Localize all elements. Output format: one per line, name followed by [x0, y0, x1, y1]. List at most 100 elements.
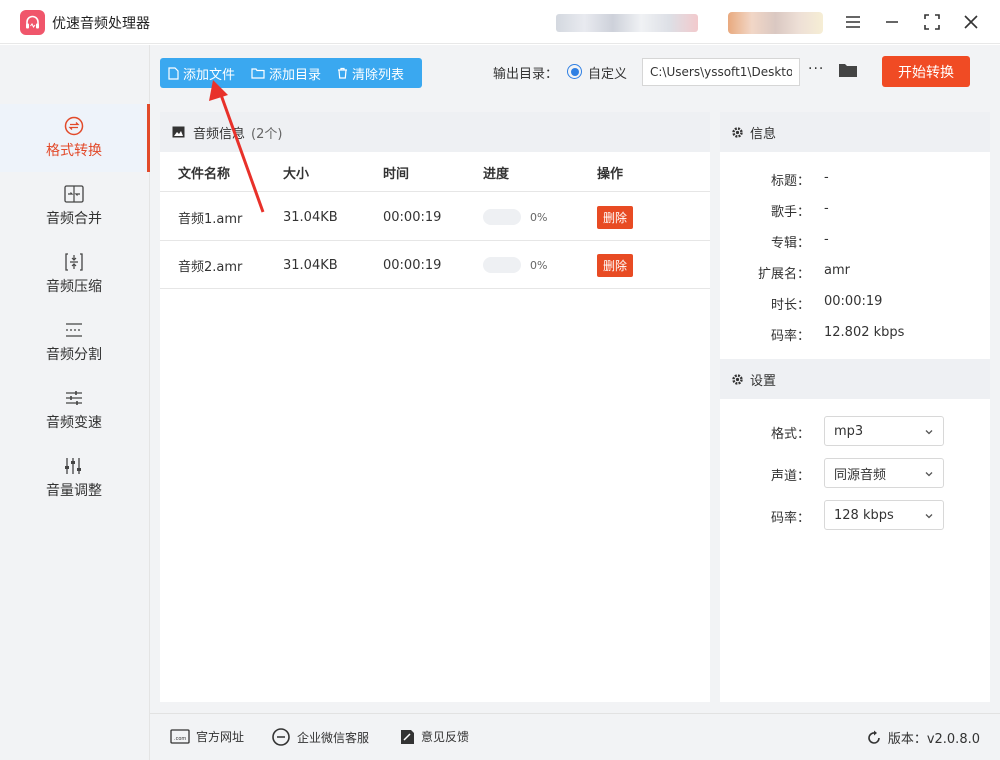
- col-header-time: 时间: [383, 166, 410, 182]
- start-convert-button[interactable]: 开始转换: [882, 56, 970, 87]
- sidebar-item-label: 音频压缩: [46, 279, 102, 295]
- bitrate-value: 128 kbps: [834, 507, 894, 523]
- add-file-label: 添加文件: [183, 67, 236, 83]
- app-logo-icon: [20, 10, 45, 35]
- feedback-label: 意见反馈: [421, 730, 470, 744]
- wechat-support-link[interactable]: 企业微信客服: [271, 728, 369, 746]
- sidebar-item-audio-split[interactable]: 音频分割: [0, 308, 148, 376]
- sidebar-item-format-convert[interactable]: 格式转换: [0, 104, 150, 172]
- info-key: 时长：: [770, 298, 810, 313]
- progress-cell: 0%: [483, 193, 547, 241]
- info-key: 扩展名：: [757, 267, 810, 282]
- account-info-blurred: [556, 14, 698, 32]
- col-header-size: 大小: [283, 166, 310, 182]
- delete-button[interactable]: 删除: [597, 253, 634, 277]
- gear-icon: [731, 126, 744, 139]
- channel-setting: 声道： 同源音频: [720, 458, 990, 488]
- file-name: 音频1.amr: [178, 211, 243, 227]
- output-path-input[interactable]: [642, 58, 800, 86]
- info-key: 专辑：: [770, 236, 810, 251]
- add-folder-label: 添加目录: [269, 67, 322, 83]
- split-icon: [63, 320, 85, 340]
- file-size: 31.04KB: [283, 257, 338, 273]
- merge-icon: [63, 184, 85, 204]
- clear-list-button[interactable]: 清除列表: [329, 58, 412, 88]
- settings-title: 设置: [750, 373, 777, 389]
- chat-icon: [271, 728, 291, 746]
- settings-header: 设置: [720, 359, 990, 399]
- info-row-duration: 时长： 00:00:19: [720, 294, 990, 314]
- progress-bar: [483, 257, 521, 273]
- format-label: 格式：: [770, 427, 810, 442]
- sidebar-item-label: 音频合并: [46, 211, 102, 227]
- info-row-title: 标题： -: [720, 170, 990, 190]
- gear-icon: [731, 373, 744, 386]
- sidebar-item-volume-adjust[interactable]: 音量调整: [0, 444, 148, 512]
- clear-list-label: 清除列表: [352, 67, 405, 83]
- website-link[interactable]: .com 官方网址: [170, 728, 244, 745]
- custom-dir-radio[interactable]: [567, 64, 582, 79]
- convert-icon: [63, 116, 85, 136]
- col-header-progress: 进度: [483, 166, 510, 182]
- info-panel: 信息 标题： - 歌手： - 专辑： - 扩展名： amr 时长： 00:00:…: [720, 112, 990, 702]
- info-key: 歌手：: [770, 205, 810, 220]
- format-select[interactable]: mp3: [824, 416, 944, 446]
- info-row-artist: 歌手： -: [720, 201, 990, 221]
- delete-button[interactable]: 删除: [597, 205, 634, 229]
- format-value: mp3: [834, 423, 864, 439]
- audio-list-header: 音频信息 (2个): [160, 112, 710, 152]
- channel-label: 声道：: [770, 469, 810, 484]
- version-info[interactable]: 版本：v2.0.8.0: [866, 728, 980, 747]
- add-folder-button[interactable]: 添加目录: [243, 58, 329, 88]
- info-value: 12.802 kbps: [824, 325, 905, 340]
- wechat-support-label: 企业微信客服: [297, 730, 370, 745]
- table-row[interactable]: 音频2.amr 31.04KB 00:00:19 0% 删除: [160, 241, 710, 289]
- format-setting: 格式： mp3: [720, 416, 990, 446]
- info-key: 标题：: [770, 174, 810, 189]
- volume-icon: [63, 456, 85, 476]
- action-cell: 删除: [597, 193, 634, 241]
- feedback-link[interactable]: 意见反馈: [400, 728, 469, 745]
- sidebar: 格式转换 音频合并 音频压缩 音频分割 音频变速 音量调整: [0, 45, 150, 760]
- user-avatar-blurred[interactable]: [728, 12, 823, 34]
- action-cell: 删除: [597, 241, 634, 289]
- add-file-button[interactable]: 添加文件: [160, 58, 243, 88]
- image-icon: [172, 126, 185, 138]
- file-size: 31.04KB: [283, 209, 338, 225]
- file-name: 音频2.amr: [178, 259, 243, 275]
- info-value: 00:00:19: [824, 294, 883, 309]
- footer-bar: .com 官方网址 企业微信客服 意见反馈 版本：v2.0.8.0: [150, 713, 1000, 760]
- sidebar-item-audio-compress[interactable]: 音频压缩: [0, 240, 148, 308]
- file-icon: [168, 66, 179, 80]
- menu-icon[interactable]: [841, 10, 865, 34]
- progress-percent: 0%: [530, 258, 548, 272]
- progress-cell: 0%: [483, 241, 547, 289]
- info-row-album: 专辑： -: [720, 232, 990, 252]
- chevron-down-icon: [924, 468, 934, 483]
- website-icon: .com: [170, 728, 190, 745]
- speed-icon: [63, 388, 85, 408]
- info-key: 码率：: [770, 329, 810, 344]
- title-bar: 优速音频处理器: [0, 0, 1000, 44]
- file-actions-toolbar: 添加文件 添加目录 清除列表: [160, 58, 422, 88]
- sidebar-item-label: 音频变速: [46, 415, 102, 431]
- custom-dir-label: 自定义: [588, 67, 628, 82]
- table-row[interactable]: 音频1.amr 31.04KB 00:00:19 0% 删除: [160, 193, 710, 241]
- sidebar-item-label: 音频分割: [46, 347, 102, 363]
- audio-list-panel: 音频信息 (2个) 文件名称 大小 时间 进度 操作 音频1.amr 31.04…: [160, 112, 710, 702]
- more-options-button[interactable]: ···: [808, 61, 824, 77]
- channel-select[interactable]: 同源音频: [824, 458, 944, 488]
- bitrate-select[interactable]: 128 kbps: [824, 500, 944, 530]
- sidebar-item-audio-merge[interactable]: 音频合并: [0, 172, 148, 240]
- info-row-extension: 扩展名： amr: [720, 263, 990, 283]
- sidebar-item-label: 格式转换: [46, 143, 102, 159]
- minimize-icon[interactable]: [880, 10, 904, 34]
- open-folder-icon[interactable]: [838, 61, 858, 82]
- info-title: 信息: [750, 126, 777, 142]
- maximize-icon[interactable]: [920, 10, 944, 34]
- info-value: amr: [824, 263, 850, 278]
- sidebar-item-audio-speed[interactable]: 音频变速: [0, 376, 148, 444]
- close-icon[interactable]: [959, 10, 983, 34]
- progress-bar: [483, 209, 521, 225]
- website-label: 官方网址: [196, 730, 245, 744]
